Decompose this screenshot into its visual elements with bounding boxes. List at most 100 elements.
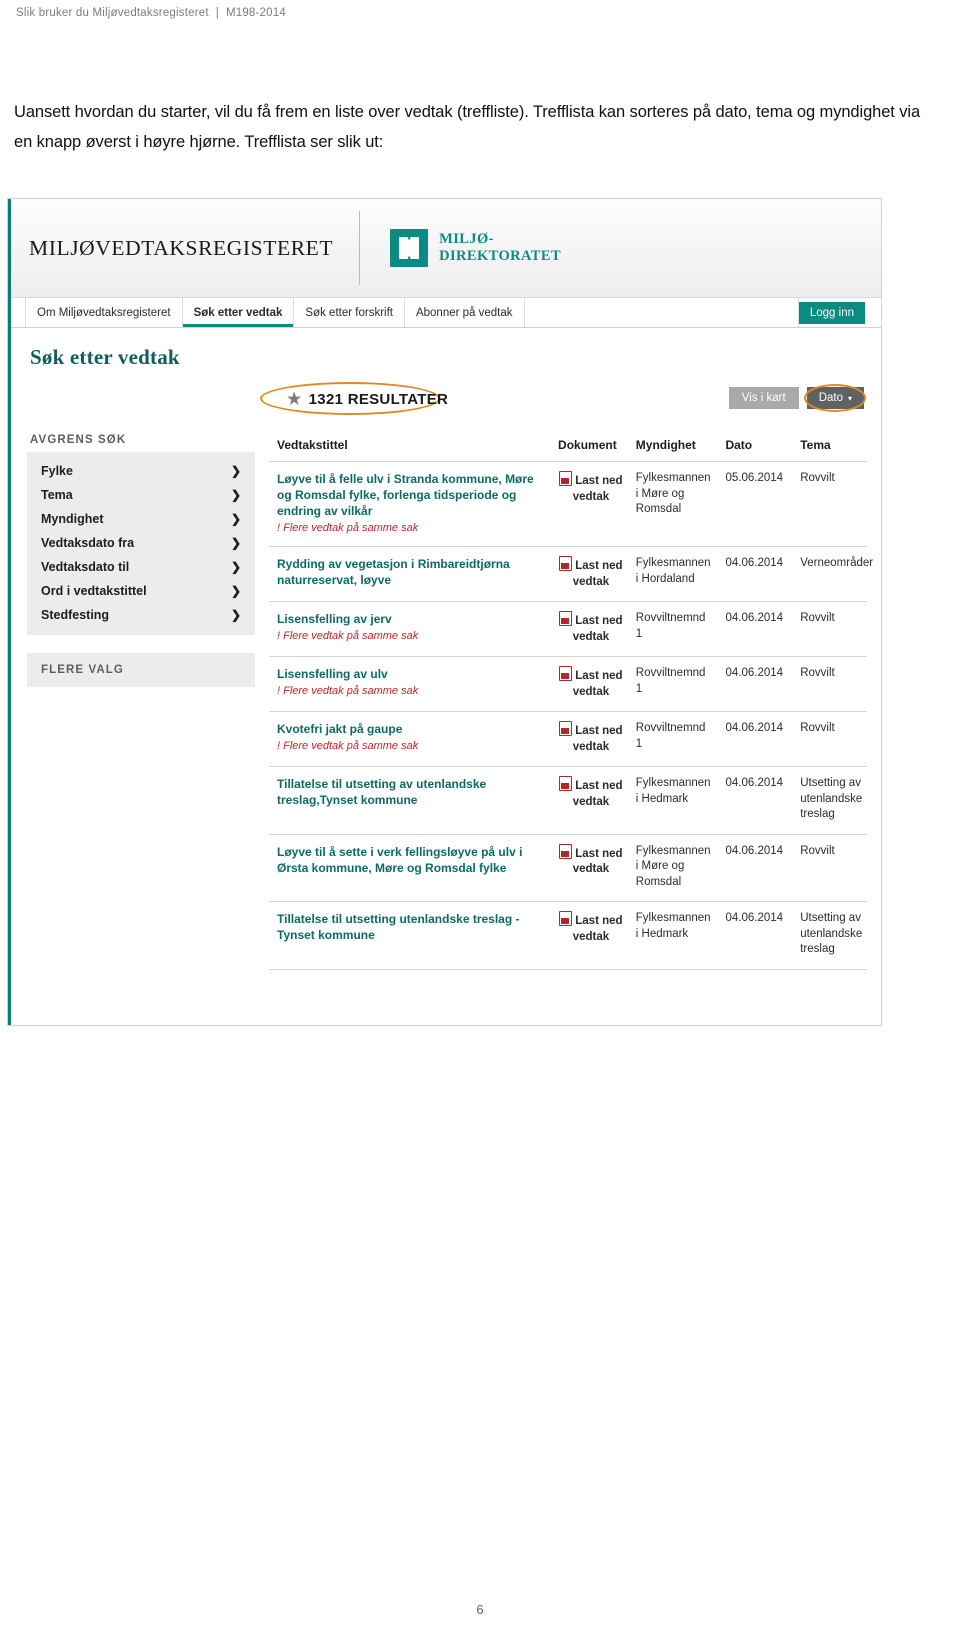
table-row[interactable]: Lisensfelling av jerv ! Flere vedtak på s… xyxy=(269,601,867,657)
chevron-right-icon: ❯ xyxy=(230,536,241,550)
table-row[interactable]: Løyve til å sette i verk fellingsløyve p… xyxy=(269,834,867,902)
column-header-tema[interactable]: Tema xyxy=(792,429,867,462)
agency-name-line2: DIREKTORATET xyxy=(439,248,562,264)
vedtak-title-link[interactable]: Løyve til å felle ulv i Stranda kommune,… xyxy=(277,471,546,519)
cell-vedtakstittel: Tillatelse til utsetting av utenlandske … xyxy=(269,766,551,835)
tab-om-miljovedtaksregisteret[interactable]: Om Miljøvedtaksregisteret xyxy=(25,298,183,327)
site-wordmark: MILJØVEDTAKSREGISTERET xyxy=(29,235,334,260)
cell-tema: Utsetting av utenlandske treslag xyxy=(792,901,867,970)
show-on-map-button[interactable]: Vis i kart xyxy=(728,387,799,409)
pdf-icon xyxy=(559,556,573,571)
sort-by-date-button[interactable]: Dato ▾ xyxy=(804,384,866,412)
cell-tema: Verneområder xyxy=(792,546,873,602)
table-row[interactable]: Løyve til å felle ulv i Stranda kommune,… xyxy=(269,461,867,547)
filter-vedtaksdato-til[interactable]: Vedtaksdato til ❯ xyxy=(27,555,255,579)
multiple-decisions-note: ! Flere vedtak på samme sak xyxy=(277,522,419,534)
table-row[interactable]: Lisensfelling av ulv ! Flere vedtak på sa… xyxy=(269,656,867,712)
cell-dato: 04.06.2014 xyxy=(717,834,793,902)
pdf-icon xyxy=(559,721,573,736)
pdf-icon xyxy=(559,843,573,859)
pdf-icon xyxy=(559,776,573,791)
cell-dato: 04.06.2014 xyxy=(717,711,793,767)
sort-button-label: Dato xyxy=(818,392,843,404)
download-vedtak-link[interactable]: Last ned vedtak xyxy=(573,670,623,698)
masthead-divider xyxy=(359,211,361,285)
page-number: 6 xyxy=(476,1602,484,1617)
download-vedtak-link[interactable]: Last ned vedtak xyxy=(573,560,623,588)
tab-sok-etter-vedtak[interactable]: Søk etter vedtak xyxy=(183,298,295,327)
download-vedtak-link[interactable]: Last ned vedtak xyxy=(573,780,623,808)
table-row[interactable]: Rydding av vegetasjon i Rimbareidtjørna … xyxy=(269,546,873,602)
download-vedtak-link[interactable]: Last ned vedtak xyxy=(573,475,623,503)
download-vedtak-link[interactable]: Last ned vedtak xyxy=(573,615,623,643)
results-table: Vedtakstittel Dokument Myndighet Dato Te… xyxy=(269,429,873,970)
cell-tema: Rovvilt xyxy=(792,461,867,547)
filter-stedfesting[interactable]: Stedfesting ❯ xyxy=(27,603,255,627)
chevron-right-icon: ❯ xyxy=(230,608,241,622)
pdf-icon xyxy=(559,611,573,626)
vedtak-title-link[interactable]: Kvotefri jakt på gaupe xyxy=(277,721,546,737)
column-header-vedtakstittel[interactable]: Vedtakstittel xyxy=(269,429,551,462)
cell-vedtakstittel: Løyve til å felle ulv i Stranda kommune,… xyxy=(269,461,551,547)
agency-name-line1: MILJØ- xyxy=(439,231,494,247)
result-count-label: 1321 RESULTATER xyxy=(308,391,449,408)
table-row[interactable]: Kvotefri jakt på gaupe ! Flere vedtak på … xyxy=(269,711,867,767)
filter-vedtaksdato-fra[interactable]: Vedtaksdato fra ❯ xyxy=(27,531,255,555)
chevron-right-icon: ❯ xyxy=(230,560,241,574)
cell-dokument: Last ned vedtak xyxy=(550,546,628,602)
cell-vedtakstittel: Kvotefri jakt på gaupe ! Flere vedtak på … xyxy=(269,711,551,767)
running-head-separator: | xyxy=(215,7,219,19)
filter-fylke[interactable]: Fylke ❯ xyxy=(27,459,255,483)
more-options-button[interactable]: FLERE VALG xyxy=(27,653,255,687)
main-navigation: Om Miljøvedtaksregisteret Søk etter vedt… xyxy=(11,297,881,328)
sidebar-heading: AVGRENS SØK xyxy=(30,434,127,446)
table-row[interactable]: Tillatelse til utsetting utenlandske tre… xyxy=(269,901,867,970)
cell-dato: 05.06.2014 xyxy=(717,461,793,547)
column-header-dokument[interactable]: Dokument xyxy=(550,429,628,462)
cell-myndighet: Fylkesmannen i Hedmark xyxy=(627,901,718,970)
vedtak-title-link[interactable]: Lisensfelling av ulv xyxy=(277,666,546,682)
pdf-icon xyxy=(559,911,573,926)
cell-tema: Rovvilt xyxy=(792,711,867,767)
download-vedtak-link[interactable]: Last ned vedtak xyxy=(573,725,623,753)
book-icon xyxy=(390,229,429,267)
download-vedtak-link[interactable]: Last ned vedtak xyxy=(573,848,623,876)
cell-dokument: Last ned vedtak xyxy=(550,461,628,547)
vedtak-title-link[interactable]: Løyve til å sette i verk fellingsløyve p… xyxy=(277,844,546,876)
results-table-body: Løyve til å felle ulv i Stranda kommune,… xyxy=(269,461,873,970)
running-head-title: Slik bruker du Miljøvedtaksregisteret xyxy=(16,7,209,19)
page-title: Søk etter vedtak xyxy=(30,345,180,369)
agency-logo: MILJØ- DIREKTORATET xyxy=(390,229,561,267)
vedtak-title-link[interactable]: Lisensfelling av jerv xyxy=(277,611,546,627)
tab-sok-etter-forskrift[interactable]: Søk etter forskrift xyxy=(294,298,405,327)
cell-myndighet: Rovviltnemnd 1 xyxy=(627,601,718,657)
embedded-screenshot: MILJØVEDTAKSREGISTERET MILJØ- DIREKTORAT… xyxy=(7,198,882,1026)
cell-vedtakstittel: Rydding av vegetasjon i Rimbareidtjørna … xyxy=(269,546,551,602)
filter-myndighet[interactable]: Myndighet ❯ xyxy=(27,507,255,531)
download-vedtak-link[interactable]: Last ned vedtak xyxy=(573,915,623,943)
cell-myndighet: Fylkesmannen i Møre og Romsdal xyxy=(627,461,718,547)
table-row[interactable]: Tillatelse til utsetting av utenlandske … xyxy=(269,766,867,835)
cell-dokument: Last ned vedtak xyxy=(550,901,628,970)
vedtak-title-link[interactable]: Tillatelse til utsetting av utenlandske … xyxy=(277,776,546,808)
cell-tema: Utsetting av utenlandske treslag xyxy=(792,766,867,835)
filter-tema[interactable]: Tema ❯ xyxy=(27,483,255,507)
vedtak-title-link[interactable]: Tillatelse til utsetting utenlandske tre… xyxy=(277,911,546,943)
cell-dato: 04.06.2014 xyxy=(717,901,793,970)
filter-label: Stedfesting xyxy=(41,608,110,622)
filter-ord-i-vedtakstittel[interactable]: Ord i vedtakstittel ❯ xyxy=(27,579,255,603)
cell-dokument: Last ned vedtak xyxy=(550,601,628,657)
star-icon: ★ xyxy=(287,390,302,408)
column-header-myndighet[interactable]: Myndighet xyxy=(627,429,718,462)
multiple-decisions-note: ! Flere vedtak på samme sak xyxy=(277,630,419,642)
filter-label: Ord i vedtakstittel xyxy=(41,584,147,598)
pdf-icon xyxy=(559,666,573,681)
filter-label: Vedtaksdato fra xyxy=(41,536,135,550)
vedtak-title-link[interactable]: Rydding av vegetasjon i Rimbareidtjørna … xyxy=(277,556,546,588)
cell-myndighet: Fylkesmannen i Møre og Romsdal xyxy=(627,834,718,902)
login-button[interactable]: Logg inn xyxy=(798,301,865,324)
tab-abonner-pa-vedtak[interactable]: Abonner på vedtak xyxy=(405,298,525,327)
cell-vedtakstittel: Lisensfelling av ulv ! Flere vedtak på sa… xyxy=(269,656,551,712)
running-head-doc-id: M198-2014 xyxy=(225,7,286,19)
column-header-dato[interactable]: Dato xyxy=(717,429,793,462)
